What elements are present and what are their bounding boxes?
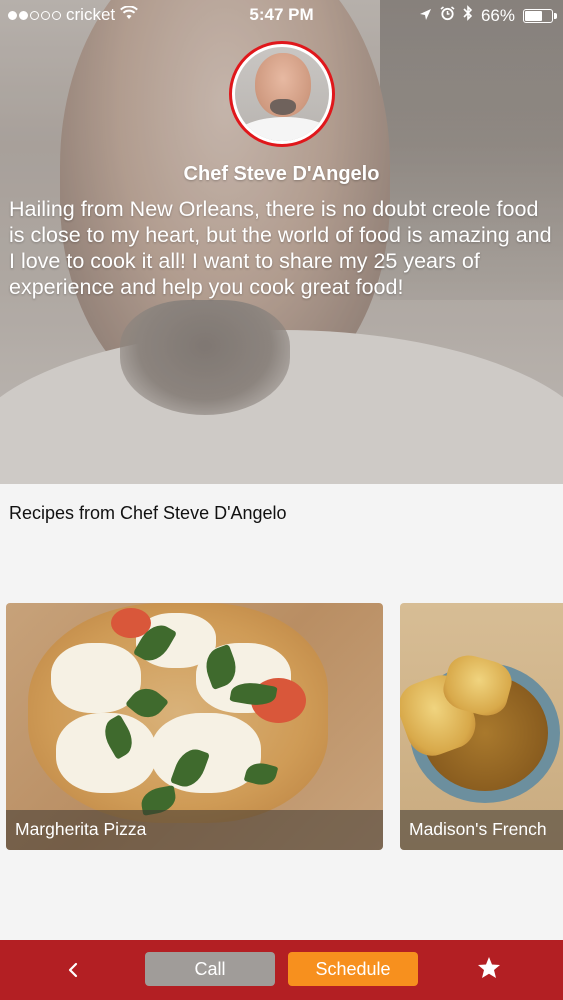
chevron-left-icon <box>67 955 79 986</box>
status-bar: cricket 5:47 PM 66% <box>0 0 563 30</box>
chef-avatar <box>229 41 335 147</box>
status-right: 66% <box>419 5 557 26</box>
recipe-card-madisons-french[interactable]: Madison's French <box>400 603 563 850</box>
call-button[interactable]: Call <box>145 952 275 986</box>
star-icon <box>477 956 501 984</box>
alarm-icon <box>440 5 455 26</box>
recipe-name: Madison's French <box>409 819 547 839</box>
recipe-card-margherita-pizza[interactable]: Margherita Pizza <box>6 603 383 850</box>
battery-percent: 66% <box>480 5 515 25</box>
location-arrow-icon <box>419 6 432 26</box>
chef-name: Chef Steve D'Angelo <box>183 163 380 185</box>
avatar-shirt <box>235 117 329 141</box>
favorite-button[interactable] <box>470 952 508 988</box>
avatar-photo <box>235 47 329 141</box>
avatar-goatee <box>270 99 296 115</box>
chef-hero: cricket 5:47 PM 66% Chef Steve D'Angelo … <box>0 0 563 484</box>
recipe-name: Margherita Pizza <box>15 819 147 839</box>
battery-icon <box>523 8 557 23</box>
bluetooth-icon <box>463 5 473 26</box>
bottom-action-bar: Call Schedule <box>0 940 563 1000</box>
battery-fill <box>525 10 543 21</box>
chef-bio: Hailing from New Orleans, there is no do… <box>9 197 552 299</box>
recipes-carousel[interactable]: Margherita Pizza Madison's French <box>0 603 563 851</box>
back-button[interactable] <box>55 952 91 988</box>
schedule-button[interactable]: Schedule <box>288 952 418 986</box>
recipes-section-title: Recipes from Chef Steve D'Angelo <box>9 503 287 523</box>
